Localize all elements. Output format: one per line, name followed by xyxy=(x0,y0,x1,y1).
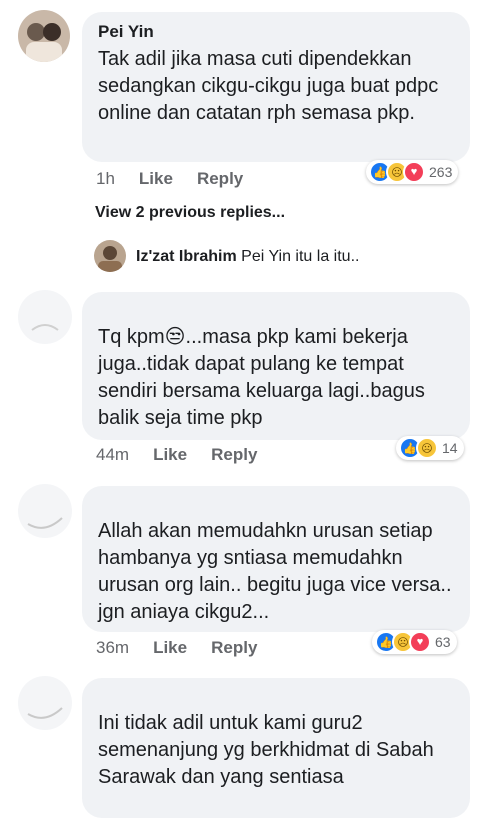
reaction-count: 63 xyxy=(435,634,451,650)
comment-actions: 44m Like Reply xyxy=(96,445,281,465)
avatar[interactable] xyxy=(94,240,126,272)
reaction-count: 14 xyxy=(442,440,458,456)
comment-time[interactable]: 36m xyxy=(96,638,129,657)
like-button[interactable]: Like xyxy=(153,445,187,464)
comment-bubble: Allah akan memudahkn urusan setiap hamba… xyxy=(82,486,470,632)
reply-button[interactable]: Reply xyxy=(197,169,243,188)
reply-author[interactable]: Iz'zat Ibrahim xyxy=(136,248,237,265)
sad-icon: ☹ xyxy=(416,437,438,459)
like-button[interactable]: Like xyxy=(139,169,173,188)
comment-author[interactable]: Pei Yin xyxy=(98,22,454,42)
love-icon: ♥ xyxy=(409,631,431,653)
comment-time[interactable]: 1h xyxy=(96,169,115,188)
like-button[interactable]: Like xyxy=(153,638,187,657)
reply-button[interactable]: Reply xyxy=(211,445,257,464)
reaction-summary[interactable]: 👍 ☹ ♥ 263 xyxy=(366,160,459,184)
comment-actions: 36m Like Reply xyxy=(96,638,281,658)
comment-time[interactable]: 44m xyxy=(96,445,129,464)
comment-bubble: Ini tidak adil untuk kami guru2 semenanj… xyxy=(82,678,470,818)
love-icon: ♥ xyxy=(403,161,425,183)
view-previous-replies-link[interactable]: View 2 previous replies... xyxy=(95,204,285,222)
reply-button[interactable]: Reply xyxy=(211,638,257,657)
comment-text: Tak adil jika masa cuti dipendekkan seda… xyxy=(98,48,439,124)
reply-text: Pei Yin itu la itu.. xyxy=(241,248,360,265)
reaction-summary[interactable]: 👍 ☹ ♥ 63 xyxy=(372,630,457,654)
comment-text: Tq kpm😒...masa pkp kami bekerja juga..ti… xyxy=(98,326,425,429)
avatar[interactable] xyxy=(18,676,72,730)
avatar[interactable] xyxy=(18,484,72,538)
avatar[interactable] xyxy=(18,290,72,344)
avatar[interactable] xyxy=(18,10,70,62)
comment-bubble: Pei Yin Tak adil jika masa cuti dipendek… xyxy=(82,12,470,162)
reaction-summary[interactable]: 👍 ☹ 14 xyxy=(396,436,464,460)
reaction-count: 263 xyxy=(429,164,453,180)
comment-text: Ini tidak adil untuk kami guru2 semenanj… xyxy=(98,712,434,788)
comment-text: Allah akan memudahkn urusan setiap hamba… xyxy=(98,520,452,623)
reply-preview[interactable]: Iz'zat Ibrahim Pei Yin itu la itu.. xyxy=(136,248,359,266)
comment-actions: 1h Like Reply xyxy=(96,169,267,189)
comment-bubble: Tq kpm😒...masa pkp kami bekerja juga..ti… xyxy=(82,292,470,440)
